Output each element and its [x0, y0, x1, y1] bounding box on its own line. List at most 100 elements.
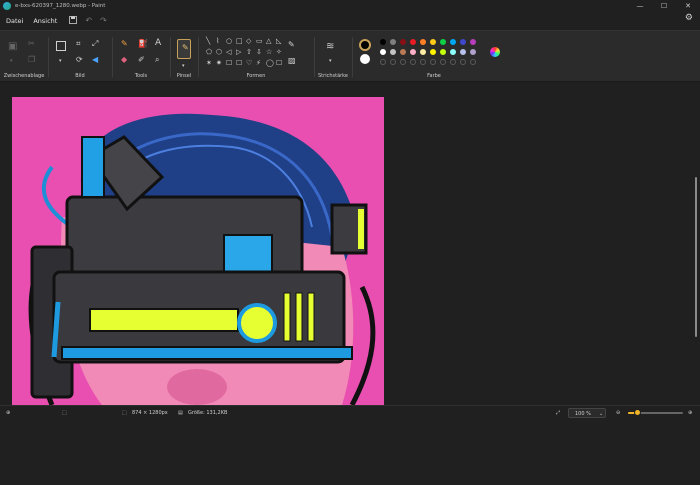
menu-file[interactable]: Datei [6, 17, 23, 25]
shape-item[interactable]: ▭ [256, 37, 263, 45]
fill-icon[interactable]: ▨ [288, 57, 296, 65]
brushes-label: Pinsel [176, 73, 192, 79]
shape-item[interactable]: ⇩ [256, 48, 262, 56]
minimize-button[interactable]: — [628, 0, 652, 12]
outline-icon[interactable]: ✎ [288, 41, 295, 49]
edit-colors-icon[interactable] [490, 47, 500, 57]
shape-item[interactable]: △ [266, 37, 271, 45]
close-button[interactable]: ✕ [676, 0, 700, 12]
undo-icon[interactable]: ↶ [85, 16, 92, 25]
color-swatch[interactable] [380, 39, 386, 45]
scrollbar-thumb[interactable] [695, 177, 697, 337]
custom-color-slot[interactable] [460, 59, 466, 65]
custom-color-slot[interactable] [440, 59, 446, 65]
color-swatch[interactable] [420, 49, 426, 55]
resize-icon[interactable]: ⤢ [92, 40, 98, 48]
shape-item[interactable]: ✧ [276, 48, 282, 56]
crop-icon[interactable]: ⌗ [76, 40, 81, 48]
flip-icon[interactable]: ◀ [92, 56, 98, 64]
magnifier-icon[interactable]: ⌕ [155, 56, 159, 64]
custom-color-slot[interactable] [450, 59, 456, 65]
custom-color-slot[interactable] [390, 59, 396, 65]
copy-icon[interactable]: ❐ [28, 56, 35, 64]
shape-item[interactable]: □ [236, 37, 243, 45]
custom-color-slot[interactable] [430, 59, 436, 65]
text-tool-icon[interactable]: A [155, 39, 161, 48]
paste-icon[interactable]: ▣ [8, 42, 17, 52]
canvas-image[interactable] [12, 97, 384, 405]
eraser-icon[interactable]: ◆ [121, 56, 127, 64]
zoom-out-icon[interactable]: ⊖ [616, 410, 620, 416]
color-swatch[interactable] [460, 49, 466, 55]
shape-item[interactable]: ☐ [276, 59, 282, 67]
color-picker-icon[interactable]: ✐ [138, 56, 145, 64]
color-swatch[interactable] [450, 39, 456, 45]
paste-dropdown-icon[interactable]: ▾ [10, 57, 13, 65]
color-swatch[interactable] [440, 39, 446, 45]
zoom-in-icon[interactable]: ⊕ [688, 410, 692, 416]
color-swatch[interactable] [470, 39, 476, 45]
shape-item[interactable]: ⇧ [246, 48, 252, 56]
stroke-dropdown-icon[interactable]: ▾ [329, 57, 332, 65]
primary-color[interactable] [359, 39, 371, 51]
fill-bucket-icon[interactable]: ⛽ [138, 40, 148, 48]
color-swatch[interactable] [380, 49, 386, 55]
color-swatch[interactable] [400, 49, 406, 55]
shape-item[interactable]: ☐ [236, 59, 242, 67]
shape-item[interactable]: ◯ [266, 59, 274, 67]
shape-item[interactable]: ◁ [226, 48, 231, 56]
custom-color-slot[interactable] [400, 59, 406, 65]
select-dropdown-icon[interactable]: ▾ [59, 57, 62, 65]
shape-item[interactable]: ♡ [246, 59, 252, 67]
zoom-slider-knob[interactable] [633, 409, 641, 416]
color-swatch[interactable] [450, 49, 456, 55]
custom-color-slot[interactable] [410, 59, 416, 65]
zoom-level-select[interactable]: 100 % ⌄ [568, 408, 606, 418]
shape-item[interactable]: ✷ [216, 59, 222, 67]
select-icon[interactable] [56, 41, 66, 51]
stroke-size-icon[interactable]: ≋ [326, 42, 334, 52]
custom-color-slot[interactable] [380, 59, 386, 65]
cut-icon[interactable]: ✂ [28, 40, 35, 48]
menu-view[interactable]: Ansicht [33, 17, 57, 25]
shape-item[interactable]: ☐ [226, 59, 232, 67]
shape-item[interactable]: ╲ [206, 37, 210, 45]
redo-icon[interactable]: ↷ [100, 16, 107, 25]
color-swatch[interactable] [410, 39, 416, 45]
color-swatch[interactable] [430, 39, 436, 45]
color-swatch[interactable] [470, 49, 476, 55]
custom-color-slot[interactable] [420, 59, 426, 65]
fit-to-window-icon[interactable]: ⤢ [556, 410, 560, 416]
shape-item[interactable]: ◇ [246, 37, 251, 45]
color-swatch[interactable] [400, 39, 406, 45]
shape-item[interactable]: ⌇ [216, 37, 219, 45]
maximize-button[interactable]: ☐ [652, 0, 676, 12]
color-swatch[interactable] [460, 39, 466, 45]
settings-gear-icon[interactable]: ⚙ [685, 13, 693, 23]
color-swatch[interactable] [420, 39, 426, 45]
shape-item[interactable]: ◺ [276, 37, 281, 45]
shape-item[interactable]: ⬠ [206, 48, 212, 56]
stroke-group: ≋ ▾ Strichstärke [316, 31, 350, 83]
shape-item[interactable]: ⚡ [256, 59, 261, 67]
color-swatch[interactable] [390, 49, 396, 55]
custom-color-slot[interactable] [470, 59, 476, 65]
shape-item[interactable]: ☆ [266, 48, 272, 56]
brush-button[interactable]: ✎ [177, 39, 191, 59]
secondary-color[interactable] [360, 54, 370, 64]
shape-item[interactable]: ▷ [236, 48, 241, 56]
rotate-icon[interactable]: ⟳ [76, 56, 83, 64]
shape-item[interactable]: ○ [226, 37, 232, 45]
color-swatch[interactable] [410, 49, 416, 55]
shape-item[interactable]: ⬡ [216, 48, 222, 56]
zoom-slider[interactable] [628, 409, 683, 416]
color-swatch[interactable] [440, 49, 446, 55]
color-swatch[interactable] [390, 39, 396, 45]
vertical-scrollbar[interactable] [694, 171, 698, 485]
color-swatch[interactable] [430, 49, 436, 55]
brush-dropdown-icon[interactable]: ▾ [182, 62, 185, 70]
status-bar: ⊕ ⬚ ⬚ 874 × 1280px ▤ Größe: 131,2KB ⤢ 10… [0, 405, 700, 419]
save-icon[interactable] [69, 15, 78, 26]
shape-item[interactable]: ✶ [206, 59, 212, 67]
pencil-icon[interactable]: ✎ [121, 40, 128, 48]
